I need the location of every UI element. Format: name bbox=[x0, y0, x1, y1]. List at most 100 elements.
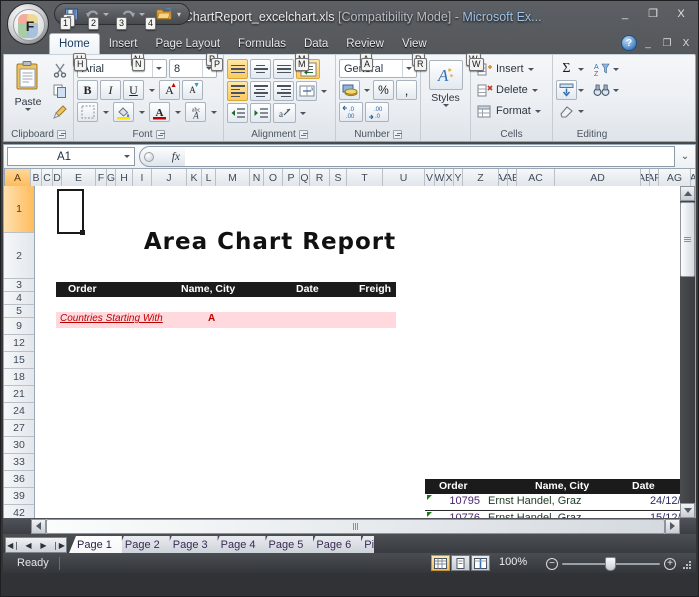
scroll-left-button[interactable] bbox=[31, 518, 46, 534]
alignment-dialog-launcher[interactable] bbox=[298, 129, 308, 139]
undo-dropdown-caret[interactable] bbox=[103, 12, 109, 16]
sheet-tab-page-2[interactable]: Page 2 bbox=[116, 536, 170, 553]
tab-data[interactable]: Data bbox=[295, 34, 337, 54]
open-button[interactable] bbox=[154, 5, 174, 23]
vertical-scroll-thumb[interactable] bbox=[680, 202, 695, 277]
sheet-tab-page-3[interactable]: Page 3 bbox=[164, 536, 218, 553]
fill-color-button[interactable] bbox=[113, 102, 134, 122]
phonetic-guide-caret[interactable] bbox=[210, 110, 217, 114]
row-header-4[interactable]: 4 bbox=[4, 292, 34, 305]
increase-decimal-button[interactable]: .0 .00 bbox=[339, 102, 363, 122]
clear-button[interactable] bbox=[556, 101, 577, 121]
column-header-M[interactable]: M bbox=[216, 169, 250, 186]
align-top-button[interactable] bbox=[227, 59, 248, 79]
column-header-R[interactable]: R bbox=[310, 169, 330, 186]
percent-style-button[interactable]: % bbox=[373, 80, 394, 100]
font-color-button[interactable]: A bbox=[149, 102, 170, 122]
qat-more-caret[interactable]: ▾ bbox=[177, 10, 181, 19]
clipboard-dialog-launcher[interactable] bbox=[56, 129, 66, 139]
column-header-X[interactable]: X bbox=[445, 169, 454, 186]
scroll-down-button[interactable] bbox=[680, 503, 695, 518]
column-header-B[interactable]: B bbox=[31, 169, 42, 186]
italic-button[interactable]: I bbox=[100, 80, 121, 100]
borders-button[interactable] bbox=[77, 102, 98, 122]
column-header-G[interactable]: G bbox=[107, 169, 116, 186]
zoom-slider-thumb[interactable] bbox=[605, 557, 616, 571]
column-header-K[interactable]: K bbox=[187, 169, 202, 186]
column-header-V[interactable]: V bbox=[425, 169, 435, 186]
fill-button[interactable] bbox=[556, 80, 577, 100]
decrease-font-size-button[interactable]: A ▼ bbox=[182, 80, 203, 100]
normal-view-button[interactable] bbox=[431, 555, 450, 571]
font-name-caret[interactable] bbox=[155, 67, 162, 70]
row-header-12[interactable]: 12 bbox=[4, 335, 34, 352]
styles-dropdown-caret[interactable] bbox=[442, 104, 449, 107]
number-dialog-launcher[interactable] bbox=[392, 129, 402, 139]
column-header-Z[interactable]: Z bbox=[463, 169, 499, 186]
row-header-30[interactable]: 30 bbox=[4, 437, 34, 454]
decrease-indent-button[interactable] bbox=[227, 103, 248, 123]
number-format-caret[interactable] bbox=[405, 67, 412, 70]
last-sheet-button[interactable]: ❘▶ bbox=[51, 538, 66, 552]
restore-workbook-button[interactable]: ❐ bbox=[659, 36, 675, 50]
horizontal-scroll-thumb[interactable] bbox=[46, 518, 665, 534]
align-middle-button[interactable] bbox=[250, 59, 271, 79]
column-header-AH[interactable]: AH bbox=[691, 169, 695, 186]
format-caret[interactable] bbox=[534, 109, 541, 113]
column-header-W[interactable]: W bbox=[435, 169, 445, 186]
merge-and-center-button[interactable]: a bbox=[296, 81, 317, 101]
delete-caret[interactable] bbox=[531, 88, 538, 92]
accounting-format-button[interactable] bbox=[339, 80, 360, 100]
increase-indent-button[interactable] bbox=[250, 103, 271, 123]
scroll-up-button[interactable] bbox=[680, 186, 695, 201]
column-header-AC[interactable]: AC bbox=[517, 169, 555, 186]
accounting-format-caret[interactable] bbox=[363, 88, 370, 92]
column-header-Q[interactable]: Q bbox=[300, 169, 310, 186]
window-close-button[interactable]: X bbox=[668, 5, 694, 22]
column-header-P[interactable]: P bbox=[283, 169, 300, 186]
vertical-scrollbar[interactable] bbox=[680, 186, 695, 518]
merge-caret[interactable] bbox=[320, 89, 327, 93]
align-left-button[interactable] bbox=[227, 81, 248, 101]
number-format-combo[interactable]: General bbox=[339, 59, 417, 78]
tab-insert[interactable]: Insert bbox=[100, 34, 147, 54]
column-header-C[interactable]: C bbox=[42, 169, 53, 186]
row-header-42[interactable]: 42 bbox=[4, 505, 34, 518]
name-box-caret[interactable] bbox=[124, 155, 130, 158]
row-header-15[interactable]: 15 bbox=[4, 352, 34, 369]
column-header-J[interactable]: J bbox=[152, 169, 187, 186]
select-all-corner[interactable] bbox=[4, 169, 5, 186]
tab-formulas[interactable]: Formulas bbox=[229, 34, 295, 54]
sheet-tab-page-6[interactable]: Page 6 bbox=[308, 536, 362, 553]
tab-review[interactable]: Review bbox=[337, 34, 393, 54]
row-header-1[interactable]: 1 bbox=[4, 186, 34, 233]
column-header-Y[interactable]: Y bbox=[454, 169, 463, 186]
comma-style-button[interactable]: , bbox=[396, 80, 417, 100]
resize-grip[interactable] bbox=[681, 559, 693, 571]
column-header-I[interactable]: I bbox=[133, 169, 152, 186]
orientation-caret[interactable] bbox=[299, 111, 306, 115]
column-header-T[interactable]: T bbox=[347, 169, 383, 186]
column-header-AB[interactable]: AB bbox=[508, 169, 517, 186]
bold-button[interactable]: B bbox=[77, 80, 98, 100]
phonetic-guide-button[interactable]: abc A bbox=[185, 102, 206, 122]
format-painter-button[interactable] bbox=[49, 102, 70, 122]
column-header-AA[interactable]: AA bbox=[499, 169, 508, 186]
column-header-U[interactable]: U bbox=[383, 169, 425, 186]
sheet-tab-page-1[interactable]: Page 1 bbox=[69, 536, 122, 553]
find-select-caret[interactable] bbox=[613, 88, 619, 92]
row-header-18[interactable]: 18 bbox=[4, 369, 34, 386]
row-header-9[interactable]: 9 bbox=[4, 318, 34, 335]
zoom-slider[interactable]: − + bbox=[546, 557, 676, 571]
sheet-tab-page-4[interactable]: Page 4 bbox=[212, 536, 266, 553]
autosum-button[interactable]: Σ bbox=[556, 59, 577, 79]
first-sheet-button[interactable]: ◀❘ bbox=[6, 538, 21, 552]
font-name-combo[interactable]: Arial bbox=[77, 59, 167, 78]
insert-caret[interactable] bbox=[527, 67, 534, 71]
column-header-F[interactable]: F bbox=[96, 169, 107, 186]
sort-filter-caret[interactable] bbox=[613, 67, 619, 71]
column-header-S[interactable]: S bbox=[330, 169, 347, 186]
cut-button[interactable] bbox=[49, 60, 70, 80]
tab-view[interactable]: View bbox=[393, 34, 436, 54]
font-color-caret[interactable] bbox=[174, 110, 181, 114]
